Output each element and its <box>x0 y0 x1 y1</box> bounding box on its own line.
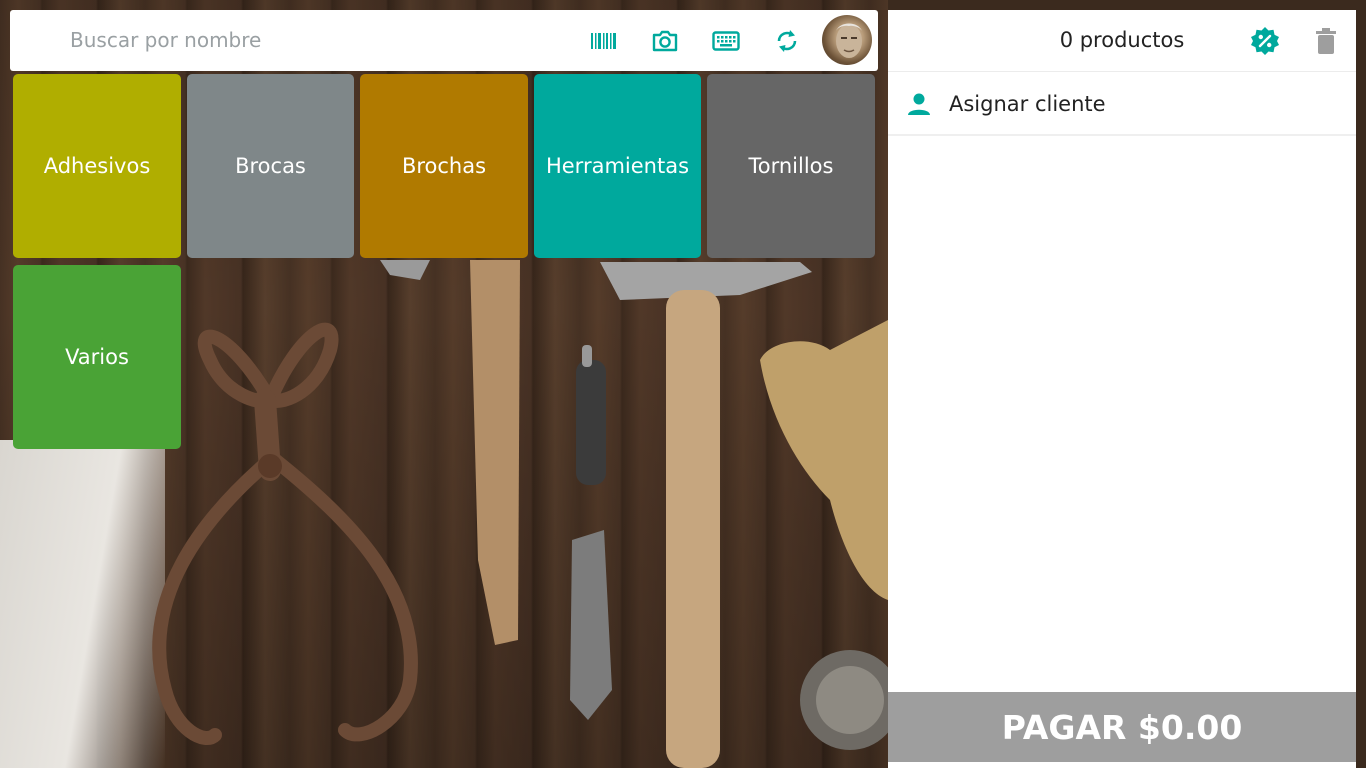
camera-icon[interactable] <box>651 28 679 54</box>
trash-icon[interactable] <box>1312 26 1340 56</box>
category-label: Adhesivos <box>43 154 151 178</box>
category-label: Varios <box>65 345 129 369</box>
category-label: Herramientas <box>545 154 690 178</box>
cart-product-count: 0 productos <box>1059 28 1185 52</box>
category-tile-adhesivos[interactable]: Adhesivos <box>13 74 181 258</box>
category-tile-varios[interactable]: Varios <box>13 265 181 449</box>
category-tile-brochas[interactable]: Brochas <box>360 74 528 258</box>
cart-panel: 0 productos Asignar cliente PAGAR $0.00 <box>888 10 1356 768</box>
category-label: Brochas <box>401 154 487 178</box>
keyboard-icon[interactable] <box>712 28 740 54</box>
pay-button[interactable]: PAGAR $0.00 <box>888 692 1356 762</box>
category-tile-herramientas[interactable]: Herramientas <box>534 74 701 258</box>
barcode-icon[interactable] <box>590 28 618 54</box>
search-bar <box>10 10 878 71</box>
discount-badge-icon[interactable] <box>1250 26 1280 56</box>
avatar[interactable] <box>822 15 872 65</box>
category-tile-brocas[interactable]: Brocas <box>187 74 354 258</box>
search-input[interactable] <box>70 20 550 60</box>
cart-header: 0 productos <box>888 10 1356 72</box>
assign-customer-row[interactable]: Asignar cliente <box>888 72 1356 136</box>
category-label: Tornillos <box>748 154 834 178</box>
category-label: Brocas <box>235 154 306 178</box>
category-tile-tornillos[interactable]: Tornillos <box>707 74 875 258</box>
person-icon <box>906 91 932 117</box>
sync-icon[interactable] <box>773 28 801 54</box>
assign-customer-label: Asignar cliente <box>949 92 1106 116</box>
